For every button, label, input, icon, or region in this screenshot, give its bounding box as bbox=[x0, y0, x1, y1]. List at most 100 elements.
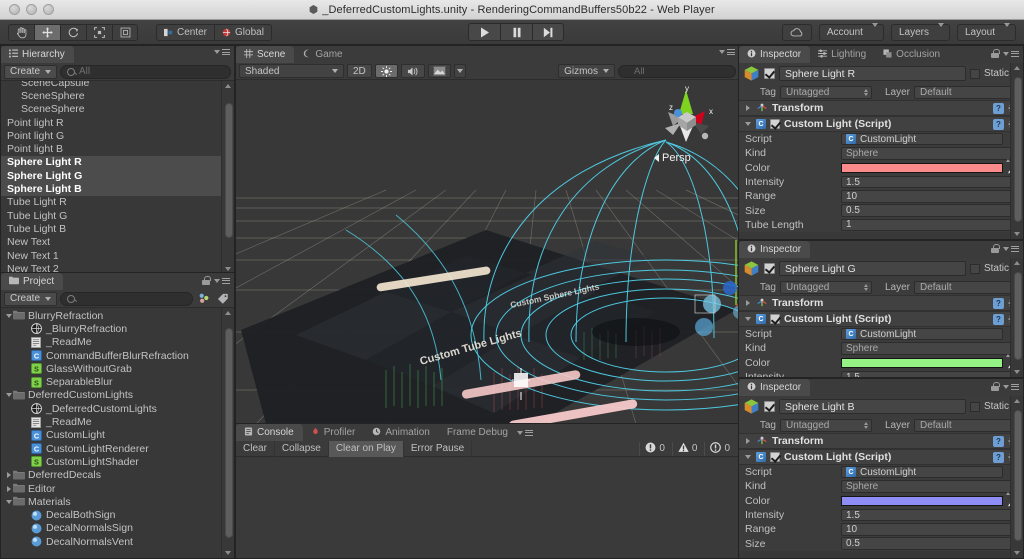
menu-icon[interactable] bbox=[1003, 50, 1019, 57]
custom-light-component-header[interactable]: C Custom Light (Script)? bbox=[739, 116, 1023, 132]
scene-lighting-toggle[interactable] bbox=[374, 64, 398, 78]
hand-tool-button[interactable] bbox=[8, 23, 34, 41]
help-icon[interactable]: ? bbox=[993, 451, 1004, 463]
tab-animation[interactable]: Animation bbox=[364, 424, 438, 441]
number-input[interactable]: 1.5 bbox=[841, 175, 1019, 189]
space-mode-button[interactable]: Global bbox=[214, 23, 272, 41]
transform-component-header[interactable]: Transform? bbox=[739, 295, 1023, 311]
number-input[interactable]: 10 bbox=[841, 523, 1019, 536]
inspector-tab-controls[interactable] bbox=[991, 244, 1019, 253]
move-tool-button[interactable] bbox=[34, 23, 60, 41]
project-search-input[interactable] bbox=[60, 291, 193, 306]
component-enabled-checkbox[interactable] bbox=[770, 119, 780, 129]
chevron-down-icon[interactable] bbox=[743, 122, 752, 126]
search-by-label-button[interactable] bbox=[215, 292, 231, 306]
project-item[interactable]: DecalNormalsVent bbox=[1, 535, 234, 548]
lock-icon[interactable] bbox=[991, 382, 1000, 391]
console-counter[interactable]: 0 bbox=[704, 441, 735, 456]
hierarchy-search-input[interactable]: All bbox=[60, 64, 231, 79]
scroll-up-arrow[interactable] bbox=[1011, 258, 1023, 268]
scroll-up-arrow[interactable] bbox=[1011, 63, 1023, 73]
inspector-tab-controls[interactable] bbox=[991, 382, 1019, 391]
hierarchy-scrollbar[interactable] bbox=[221, 81, 234, 274]
tab-game[interactable]: Game bbox=[294, 46, 351, 63]
scroll-down-arrow[interactable] bbox=[222, 548, 234, 558]
menu-icon[interactable] bbox=[1003, 383, 1019, 390]
scene-effects-button[interactable] bbox=[427, 64, 451, 78]
scene-viewport[interactable]: Custom Tube Lights Custom Sphere Lights bbox=[236, 80, 739, 424]
number-input[interactable]: 0.5 bbox=[841, 204, 1019, 217]
chevron-down-icon[interactable] bbox=[4, 499, 13, 504]
tab-project[interactable]: Project bbox=[1, 273, 64, 290]
tab-inspector[interactable]: Inspector bbox=[739, 241, 811, 258]
scrollbar-thumb[interactable] bbox=[224, 103, 233, 238]
lock-icon[interactable] bbox=[991, 244, 1000, 253]
hierarchy-item[interactable]: Point light R bbox=[1, 116, 234, 129]
project-item[interactable]: Materials bbox=[1, 495, 234, 508]
pivot-mode-button[interactable]: Center bbox=[156, 23, 215, 41]
tab-frame-debug[interactable]: Frame Debug bbox=[439, 424, 517, 441]
scroll-down-arrow[interactable] bbox=[1011, 229, 1023, 239]
scrollbar-thumb[interactable] bbox=[1013, 77, 1022, 222]
project-item[interactable]: _DeferredCustomLights bbox=[1, 402, 234, 415]
custom-light-component-header[interactable]: C Custom Light (Script)? bbox=[739, 449, 1023, 465]
layer-dropdown[interactable]: Default bbox=[914, 85, 1018, 99]
hierarchy-item[interactable]: Tube Light G bbox=[1, 209, 234, 222]
2d-toggle-button[interactable]: 2D bbox=[347, 64, 372, 78]
project-item[interactable]: DeferredCustomLights bbox=[1, 389, 234, 402]
project-item[interactable]: S GlassWithoutGrab bbox=[1, 362, 234, 375]
project-tab-controls[interactable] bbox=[202, 276, 230, 285]
inspector-tab-controls[interactable] bbox=[991, 49, 1019, 58]
console-button[interactable]: Error Pause bbox=[404, 440, 473, 457]
scroll-up-arrow[interactable] bbox=[222, 308, 234, 318]
tab-hierarchy[interactable]: Hierarchy bbox=[1, 46, 74, 63]
chevron-right-icon[interactable] bbox=[743, 438, 752, 444]
hierarchy-item[interactable]: SceneSphere bbox=[1, 103, 234, 116]
scroll-up-arrow[interactable] bbox=[1011, 396, 1023, 406]
rect-tool-button[interactable] bbox=[112, 23, 138, 41]
project-item[interactable]: C CommandBufferBlurRefraction bbox=[1, 349, 234, 362]
inspector-scrollbar[interactable] bbox=[1010, 63, 1023, 239]
tab-occlusion[interactable]: Occlusion bbox=[875, 46, 949, 63]
cloud-button[interactable] bbox=[781, 23, 812, 41]
chevron-right-icon[interactable] bbox=[743, 300, 752, 306]
console-counter[interactable]: 0 bbox=[671, 441, 703, 456]
draw-mode-dropdown[interactable]: Shaded bbox=[239, 64, 344, 78]
layer-dropdown[interactable]: Default bbox=[914, 280, 1018, 294]
tag-dropdown[interactable]: Untagged bbox=[780, 85, 872, 99]
scene-search-input[interactable]: All bbox=[618, 64, 736, 78]
project-item[interactable]: C CustomLight bbox=[1, 429, 234, 442]
hierarchy-item[interactable]: SceneSphere bbox=[1, 89, 234, 102]
project-create-button[interactable]: Create bbox=[4, 291, 58, 306]
help-icon[interactable]: ? bbox=[993, 435, 1004, 447]
project-item[interactable]: S CustomLightShader bbox=[1, 455, 234, 468]
tag-dropdown[interactable]: Untagged bbox=[780, 280, 872, 294]
object-field[interactable]: C CustomLight bbox=[841, 327, 1003, 341]
pause-button[interactable] bbox=[500, 23, 532, 41]
color-swatch[interactable] bbox=[841, 162, 1003, 173]
number-input[interactable]: 1.5 bbox=[841, 370, 1019, 377]
layer-dropdown[interactable]: Default bbox=[914, 418, 1018, 432]
tag-dropdown[interactable]: Untagged bbox=[780, 418, 872, 432]
enum-dropdown[interactable]: Sphere bbox=[841, 477, 1019, 495]
gameobject-name-input[interactable]: Sphere Light R bbox=[779, 66, 966, 81]
component-enabled-checkbox[interactable] bbox=[770, 452, 780, 462]
hierarchy-item[interactable]: SceneCapsule bbox=[1, 81, 234, 89]
console-button[interactable]: Collapse bbox=[275, 440, 329, 457]
project-list[interactable]: BlurryRefraction _BlurryRefraction _ReadMe… bbox=[1, 308, 234, 558]
hierarchy-list[interactable]: SceneCapsule SceneSphere SceneSphere Point … bbox=[1, 81, 234, 274]
color-swatch[interactable] bbox=[841, 495, 1003, 506]
custom-light-component-header[interactable]: C Custom Light (Script)? bbox=[739, 311, 1023, 327]
gameobject-name-input[interactable]: Sphere Light G bbox=[779, 261, 966, 276]
hierarchy-create-button[interactable]: Create bbox=[4, 64, 58, 79]
search-by-type-button[interactable] bbox=[196, 292, 212, 306]
scrollbar-thumb[interactable] bbox=[1013, 272, 1022, 360]
console-log-area[interactable] bbox=[236, 457, 739, 558]
lock-icon[interactable] bbox=[202, 276, 211, 285]
scene-tab-menu[interactable] bbox=[719, 49, 735, 55]
component-enabled-checkbox[interactable] bbox=[770, 314, 780, 324]
help-icon[interactable]: ? bbox=[993, 102, 1004, 114]
static-checkbox[interactable] bbox=[969, 68, 980, 79]
project-item[interactable]: _BlurryRefraction bbox=[1, 322, 234, 335]
project-item[interactable]: _ReadMe bbox=[1, 336, 234, 349]
